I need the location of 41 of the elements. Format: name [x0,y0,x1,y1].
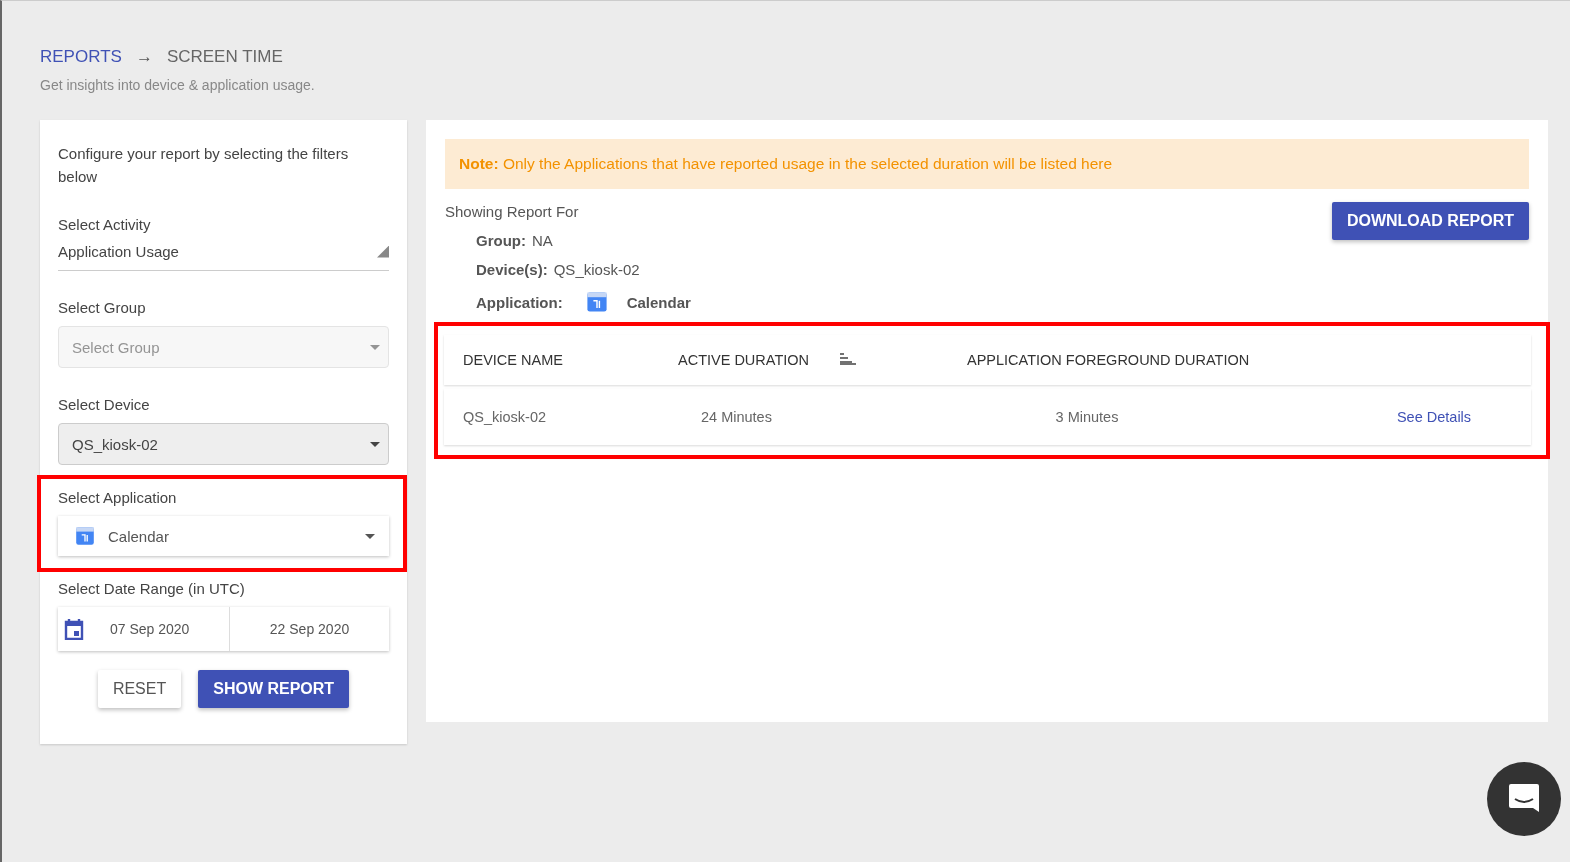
sort-icon[interactable] [840,353,856,365]
calendar-icon [64,618,84,640]
calendar-app-icon [584,290,609,314]
column-header: DEVICE NAME [462,352,564,368]
field-label: Select Device [58,396,151,413]
note-banner: Note: Only the Applications that have reported usage in the selected duration will be listed here [445,139,1529,189]
reset-button[interactable]: RESET [97,670,182,708]
detail-label: Group: [476,232,526,249]
table-cell-text: 24 Minutes [700,409,773,425]
report-heading: Showing Report For [445,203,580,220]
field-label: Select Activity [58,216,152,233]
field-label: Select Group [58,299,147,316]
activity-dropdown[interactable]: Application Usage [58,243,389,271]
detail-value: Calendar [626,293,691,311]
application-dropdown[interactable]: Calendar [58,516,389,556]
caret-icon [370,441,380,447]
page-subtitle: Get insights into device & application usage. [40,77,316,93]
show-report-button[interactable]: SHOW REPORT [198,670,350,708]
see-details-link[interactable]: See Details [1396,409,1472,425]
detail-label: Device(s): [476,261,548,278]
date-range-field[interactable]: 07 Sep 2020 22 Sep 2020 [58,607,389,651]
detail-label: Application: [476,293,563,311]
start-date: 07 Sep 2020 [110,621,190,637]
column-header: APPLICATION FOREGROUND DURATION [967,352,1251,368]
device-dropdown[interactable]: QS_kiosk-02 [58,423,389,465]
detail-value: NA [532,232,553,249]
field-label: Select Date Range (in UTC) [58,580,246,597]
caret-icon [370,344,380,350]
table-cell-text: QS_kiosk-02 [462,409,547,425]
detail-value: QS_kiosk-02 [553,261,640,278]
download-report-button[interactable]: DOWNLOAD REPORT [1331,202,1529,240]
field-label: Select Application [58,489,178,506]
calendar-app-icon [74,525,96,547]
filter-intro: Configure your report by selecting the filters below [58,144,350,187]
table-cell: 3 Minutes [1055,409,1119,425]
breadcrumb-separator: → [135,47,153,67]
end-date: 22 Sep 2020 [268,620,351,639]
breadcrumb-link[interactable]: REPORTS [40,47,122,67]
column-header: ACTIVE DURATION [678,352,811,368]
caret-icon [365,533,375,539]
breadcrumb-current: SCREEN TIME [166,47,283,67]
